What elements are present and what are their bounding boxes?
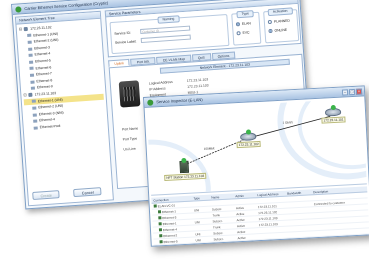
map-maximize-icon[interactable]: □ xyxy=(348,88,356,96)
table-cell: UNI xyxy=(195,238,201,243)
map-minimize-icon[interactable]: – xyxy=(341,89,349,96)
connection-icon xyxy=(159,240,163,244)
node-label: 172.23.11.102 xyxy=(236,140,261,149)
table-cell: Active xyxy=(237,235,246,241)
connection-icon xyxy=(159,234,163,238)
planned-radio-label: PLANNED xyxy=(273,18,291,24)
element-tree: ⊟ 172.23.11.102 Ethernet-1 (UNI) Ethernet-2… xyxy=(16,19,107,134)
evc-radio[interactable] xyxy=(236,31,241,36)
router-node[interactable]: 172.23.11.101 xyxy=(321,104,346,124)
elan-radio[interactable] xyxy=(235,22,241,27)
evc-radio-label: EVC xyxy=(242,30,250,35)
activation-group-title: Activation xyxy=(267,7,293,17)
ethernet-port-icon xyxy=(33,126,38,130)
connection-icon xyxy=(153,204,157,208)
service-map-window: Service Inspector (E-LAN) – □ × 100Mbit … xyxy=(143,85,369,247)
create-button[interactable]: Create xyxy=(32,190,61,200)
ethernet-port-icon xyxy=(27,34,32,38)
connection-icon xyxy=(158,216,162,220)
connection-icon xyxy=(157,210,162,214)
ethernet-port-icon xyxy=(30,86,36,90)
topology-map[interactable]: 100Mbit 1 Gbit/s 172.23.11.101 172.23.11… xyxy=(146,98,367,196)
ethernet-port-icon xyxy=(27,40,32,44)
port-name-label: Port Name xyxy=(121,126,139,132)
service-label-label: Service Label: xyxy=(114,38,137,45)
collapse-icon[interactable]: ⊟ xyxy=(19,26,23,33)
network-host-icon xyxy=(28,92,33,98)
ethernet-port-icon xyxy=(28,47,33,51)
connection-icon xyxy=(158,222,162,226)
naming-group-title: Naming xyxy=(157,15,180,24)
service-id-label: Service ID: xyxy=(114,30,131,36)
map-app-icon xyxy=(147,99,154,106)
ethernet-port-icon xyxy=(28,60,34,64)
planned-radio[interactable] xyxy=(267,19,273,25)
link-label: 100Mbit xyxy=(203,146,215,151)
connection-table: Connection Type Name Admin Logical Addre… xyxy=(151,186,369,246)
element-tree-panel: Network Element Tree ⊟ 172.23.11.102 Ether… xyxy=(14,10,114,207)
elan-radio-label: ELAN xyxy=(241,21,251,26)
table-cell xyxy=(287,231,313,237)
network-host-icon xyxy=(24,27,29,32)
connection-icon xyxy=(158,228,163,232)
router-node[interactable]: 172.23.11.102 xyxy=(236,129,261,149)
table-cell: Ethernet-5 xyxy=(153,238,193,245)
activation-group: Activation PLANNED ONLINE xyxy=(263,7,300,44)
map-window-title: Service Inspector (E-LAN) xyxy=(156,96,203,105)
table-cell xyxy=(192,213,210,219)
table-cell xyxy=(192,201,210,207)
table-cell xyxy=(193,225,211,231)
ethernet-port-icon xyxy=(28,53,33,58)
online-radio-label: ONLINE xyxy=(274,27,288,33)
tree-item-label: Ethernet-Pool xyxy=(39,123,61,130)
uni-line-label: Uni Line xyxy=(123,146,136,152)
network-device-image xyxy=(118,80,141,108)
table-cell: UNI xyxy=(194,220,200,225)
ethernet-port-icon xyxy=(29,66,34,71)
service-id-input[interactable]: Customer ID xyxy=(140,25,191,35)
table-cell: UNI xyxy=(193,208,200,213)
ethernet-port-icon xyxy=(33,119,38,123)
screenshot-stage: Carrier Ethernet Service Configuration (… xyxy=(0,0,369,260)
link-label: 1 Gbit/s xyxy=(282,120,293,125)
status-led-icon xyxy=(245,129,251,135)
type-group-title: Type xyxy=(236,10,255,19)
node-label: 172.23.11.101 xyxy=(321,116,346,124)
ethernet-port-icon xyxy=(30,80,35,84)
table-cell: UNI xyxy=(195,232,201,237)
status-led-icon xyxy=(330,104,336,111)
type-group: Type ELAN EVC xyxy=(231,10,262,46)
cancel-button[interactable]: Cancel xyxy=(73,187,102,198)
station-node[interactable]: NFT Station 172.23.11.103 xyxy=(163,157,207,181)
ethernet-port-icon xyxy=(32,106,37,110)
service-label-input[interactable] xyxy=(140,34,191,44)
ethernet-port-icon xyxy=(31,99,36,104)
table-cell xyxy=(257,233,287,240)
collapse-icon[interactable]: ⊟ xyxy=(23,92,27,99)
online-radio[interactable] xyxy=(268,28,273,34)
ethernet-port-icon xyxy=(32,112,37,117)
config-window-title: Carrier Ethernet Service Configuration (… xyxy=(24,0,109,12)
ethernet-port-icon xyxy=(29,73,35,77)
map-close-icon[interactable]: × xyxy=(355,88,363,95)
port-type-label: Port Type xyxy=(122,136,138,142)
app-icon xyxy=(15,6,22,13)
table-cell: Subscr. xyxy=(213,236,224,242)
naming-group: Naming Service ID: Customer ID Service L… xyxy=(109,13,230,55)
